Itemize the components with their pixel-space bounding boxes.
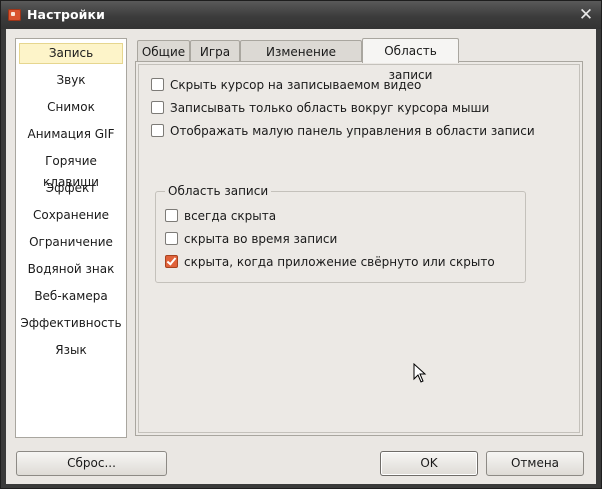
record-area-group-title: Область записи xyxy=(165,183,272,199)
sidebar-item-language[interactable]: Язык xyxy=(19,340,123,361)
tab-panel-content: Скрыть курсор на записываемом видео Запи… xyxy=(138,64,580,433)
area-hidden-when-minimized-checkbox[interactable] xyxy=(165,255,178,268)
record-around-cursor-label: Записывать только область вокруг курсора… xyxy=(170,101,490,115)
area-hidden-while-recording-checkbox[interactable] xyxy=(165,232,178,245)
ok-button[interactable]: OK xyxy=(380,451,478,476)
sidebar-item-watermark[interactable]: Водяной знак xyxy=(19,259,123,280)
app-icon xyxy=(8,9,21,21)
show-mini-panel-label: Отображать малую панель управления в обл… xyxy=(170,124,535,138)
settings-window: Настройки ✕ Запись Звук Снимок Анимация … xyxy=(0,0,602,489)
area-hidden-when-minimized-label: скрыта, когда приложение свёрнуто или ск… xyxy=(184,255,495,269)
sidebar-item-webcam[interactable]: Веб-камера xyxy=(19,286,123,307)
tab-general[interactable]: Общие xyxy=(137,40,190,62)
sidebar-item-saving[interactable]: Сохранение xyxy=(19,205,123,226)
close-icon[interactable]: ✕ xyxy=(575,4,597,26)
area-always-hidden-checkbox[interactable] xyxy=(165,209,178,222)
sidebar-item-gif[interactable]: Анимация GIF xyxy=(19,124,123,145)
tab-game[interactable]: Игра xyxy=(190,40,240,62)
cancel-button[interactable]: Отмена xyxy=(486,451,584,476)
sidebar-item-performance[interactable]: Эффективность xyxy=(19,313,123,334)
dialog-body: Запись Звук Снимок Анимация GIF Горячие … xyxy=(6,29,596,484)
tab-panel-record-area: Скрыть курсор на записываемом видео Запи… xyxy=(135,61,583,436)
record-around-cursor-checkbox[interactable] xyxy=(151,101,164,114)
title-bar[interactable]: Настройки ✕ xyxy=(1,1,601,29)
sidebar-item-hotkeys[interactable]: Горячие клавиши xyxy=(19,151,123,189)
reset-button[interactable]: Сброс... xyxy=(16,451,167,476)
area-hidden-while-recording-label: скрыта во время записи xyxy=(184,232,338,246)
sidebar-item-record[interactable]: Запись xyxy=(19,43,123,64)
mouse-pointer-icon xyxy=(413,363,427,383)
area-always-hidden-label: всегда скрыта xyxy=(184,209,277,223)
sidebar-item-sound[interactable]: Звук xyxy=(19,70,123,91)
tab-record-area[interactable]: Область записи xyxy=(362,38,459,82)
window-title: Настройки xyxy=(27,7,105,22)
tab-resize[interactable]: Изменение размера xyxy=(240,40,362,81)
hide-cursor-checkbox[interactable] xyxy=(151,78,164,91)
sidebar-item-snapshot[interactable]: Снимок xyxy=(19,97,123,118)
show-mini-panel-checkbox[interactable] xyxy=(151,124,164,137)
settings-category-list: Запись Звук Снимок Анимация GIF Горячие … xyxy=(15,38,127,438)
sidebar-item-limit[interactable]: Ограничение xyxy=(19,232,123,253)
hide-cursor-label: Скрыть курсор на записываемом видео xyxy=(170,78,422,92)
sidebar-item-effect[interactable]: Эффект xyxy=(19,178,123,199)
